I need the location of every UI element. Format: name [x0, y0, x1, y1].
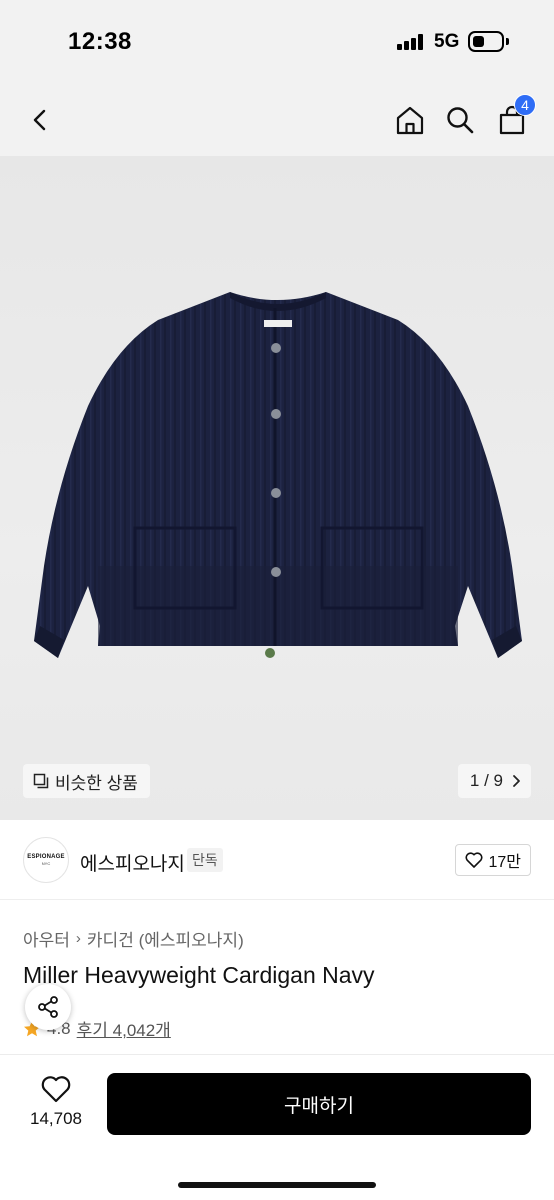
network-type: 5G: [434, 31, 460, 52]
search-icon: [447, 107, 474, 134]
home-button[interactable]: [390, 100, 430, 140]
brand-like-count: 17만: [488, 854, 521, 871]
product-title: Miller Heavyweight Cardigan Navy: [23, 962, 375, 988]
exclusive-tag: 단독: [187, 848, 223, 872]
product-image-gallery[interactable]: 비슷한 상품 1 / 9: [0, 156, 554, 820]
brand-name[interactable]: 에스피오나지: [80, 849, 185, 876]
brand-row: ESPIONAGE NYC 에스피오나지 단독 17만: [0, 820, 554, 900]
heart-icon: [465, 852, 483, 868]
wishlist-button[interactable]: 14,708: [20, 1075, 92, 1129]
breadcrumb: 아우터 › 카디건 (에스피오나지): [23, 926, 244, 951]
similar-products-button[interactable]: 비슷한 상품: [23, 764, 150, 798]
home-indicator: [178, 1182, 376, 1188]
wishlist-count: 14,708: [30, 1109, 82, 1128]
buy-button[interactable]: 구매하기: [107, 1073, 531, 1135]
brand-like-button[interactable]: 17만: [455, 844, 531, 876]
status-bar: 12:38 5G: [0, 0, 554, 84]
chevron-left-icon: [33, 109, 46, 131]
chevron-right-icon: [513, 775, 520, 787]
battery-cap: [506, 38, 509, 45]
similar-products-label: 비슷한 상품: [55, 773, 138, 793]
search-button[interactable]: [440, 100, 480, 140]
similar-products-icon: [33, 773, 49, 789]
share-icon: [38, 996, 58, 1018]
image-counter: 1 / 9: [469, 771, 503, 790]
product-image: [34, 292, 522, 658]
home-icon: [396, 106, 424, 135]
heart-icon: [41, 1076, 71, 1103]
bottom-action-bar: 14,708 구매하기: [0, 1055, 554, 1200]
signal-icon: [397, 34, 427, 50]
review-link[interactable]: 후기 4,042개: [77, 1016, 171, 1041]
cart-count-badge: 4: [514, 94, 536, 116]
chevron-right-icon: ›: [75, 930, 81, 947]
status-time: 12:38: [68, 28, 132, 55]
breadcrumb-category[interactable]: 아우터: [23, 926, 70, 951]
image-counter-button[interactable]: 1 / 9: [457, 764, 531, 798]
cart-button[interactable]: 4: [492, 94, 536, 140]
back-button[interactable]: [20, 100, 60, 140]
battery-icon: [468, 31, 504, 52]
share-button[interactable]: [25, 984, 71, 1030]
brand-logo[interactable]: ESPIONAGE NYC: [23, 837, 69, 883]
top-nav: 4: [0, 84, 554, 156]
breadcrumb-subcategory[interactable]: 카디건 (에스피오나지): [87, 926, 244, 951]
